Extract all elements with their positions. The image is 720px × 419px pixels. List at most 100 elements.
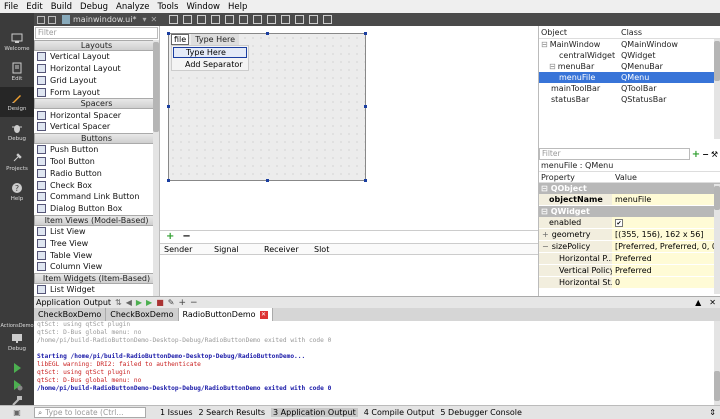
menu-window[interactable]: Window: [186, 2, 220, 12]
widget-category[interactable]: Item Views (Model-Based): [34, 214, 159, 226]
pane-search-results[interactable]: 2 Search Results: [199, 408, 266, 417]
pane-compile-output[interactable]: 4 Compile Output: [364, 408, 435, 417]
property-value[interactable]: [(355, 156), 162 x 56]: [612, 229, 720, 240]
run-button[interactable]: [0, 361, 34, 377]
output-scrollbar[interactable]: [714, 321, 720, 405]
column-slot[interactable]: Slot: [310, 245, 360, 254]
rerun-icon[interactable]: ▶: [136, 298, 142, 307]
zoom-out-icon[interactable]: −: [190, 298, 198, 308]
menu-analyze[interactable]: Analyze: [116, 2, 150, 12]
column-signal[interactable]: Signal: [210, 245, 260, 254]
add-property-icon[interactable]: +: [692, 149, 700, 160]
submenu-type-here[interactable]: Type Here: [173, 47, 247, 58]
menu-file[interactable]: File: [4, 2, 18, 12]
column-property[interactable]: Property: [539, 173, 612, 182]
back-icon[interactable]: [37, 15, 45, 24]
property-value[interactable]: ✔: [612, 217, 720, 228]
mode-projects[interactable]: Projects: [0, 147, 34, 177]
edit-signals-slots-icon[interactable]: [183, 15, 193, 24]
property-row[interactable]: Horizontal St... 0: [539, 277, 720, 289]
menu-tools[interactable]: Tools: [158, 2, 179, 12]
edit-widgets-icon[interactable]: [169, 15, 179, 24]
object-row[interactable]: mainToolBar QToolBar: [539, 83, 720, 94]
property-row[interactable]: Horizontal P... Preferred: [539, 253, 720, 265]
close-document-icon[interactable]: ✕: [150, 15, 157, 24]
widget-item[interactable]: Horizontal Layout: [34, 63, 159, 75]
group-collapse-icon[interactable]: ⊟: [541, 207, 548, 216]
run-tab-radiobuttondemo[interactable]: RadioButtonDemo ✕: [178, 308, 273, 321]
object-row[interactable]: ⊟ MainWindow QMainWindow: [539, 39, 720, 50]
mode-help[interactable]: ? Help: [0, 177, 34, 207]
output-select-icon[interactable]: ⇅: [115, 298, 122, 307]
widget-item[interactable]: Radio Button: [34, 167, 159, 179]
editor-filename[interactable]: mainwindow.ui*: [73, 15, 136, 24]
widget-item[interactable]: Form Layout: [34, 86, 159, 98]
property-row[interactable]: objectName menuFile: [539, 194, 720, 206]
widget-item[interactable]: Vertical Spacer: [34, 121, 159, 133]
layout-split-vertical-icon[interactable]: [267, 15, 277, 24]
file-dropdown-icon[interactable]: ▾: [142, 15, 146, 24]
layout-split-horizontal-icon[interactable]: [253, 15, 263, 24]
property-value[interactable]: Preferred: [612, 265, 720, 276]
property-editor-scrollbar[interactable]: [714, 184, 720, 294]
widget-item[interactable]: Grid Layout: [34, 75, 159, 87]
close-output-icon[interactable]: ✕: [709, 298, 716, 307]
property-row[interactable]: + geometry [(355, 156), 162 x 56]: [539, 229, 720, 241]
property-value[interactable]: menuFile: [612, 194, 720, 205]
widget-item[interactable]: Tree View: [34, 237, 159, 249]
object-row[interactable]: centralWidget QWidget: [539, 50, 720, 61]
output-prev-icon[interactable]: ◀: [126, 298, 132, 307]
menu-edit[interactable]: Edit: [26, 2, 42, 12]
object-row[interactable]: menuFile QMenu: [539, 72, 720, 83]
widget-category[interactable]: Spacers: [34, 98, 159, 110]
widget-item[interactable]: List Widget: [34, 284, 159, 296]
widget-item[interactable]: Push Button: [34, 144, 159, 156]
expand-icon[interactable]: +: [542, 230, 549, 239]
property-value[interactable]: [Preferred, Preferred, 0, 0]: [612, 241, 720, 252]
property-row[interactable]: − sizePolicy [Preferred, Preferred, 0, 0]: [539, 241, 720, 253]
stop-icon[interactable]: ■: [156, 298, 164, 307]
layout-grid-icon[interactable]: [295, 15, 305, 24]
menu-file-item[interactable]: file: [171, 34, 190, 45]
more-panes-icon[interactable]: ⇕: [709, 408, 716, 417]
kit-selector[interactable]: ActionsDemo Debug: [0, 313, 34, 361]
property-filter-input[interactable]: Filter: [539, 148, 690, 160]
pane-issues[interactable]: 1 Issues: [160, 408, 193, 417]
clear-output-icon[interactable]: ✎: [168, 298, 175, 307]
close-tab-icon[interactable]: ✕: [259, 310, 268, 319]
locator-input[interactable]: ⌕ Type to locate (Ctrl...: [34, 407, 146, 418]
menu-debug[interactable]: Debug: [80, 2, 108, 12]
pane-application-output[interactable]: 3 Application Output: [271, 408, 358, 417]
widget-category[interactable]: Layouts: [34, 40, 159, 51]
maximize-output-icon[interactable]: ▲: [695, 298, 701, 307]
column-sender[interactable]: Sender: [160, 245, 210, 254]
group-collapse-icon[interactable]: ⊟: [541, 184, 548, 193]
expand-icon[interactable]: −: [542, 242, 549, 251]
add-connection-button[interactable]: +: [166, 231, 174, 242]
property-group[interactable]: ⊟ QObject: [539, 183, 720, 194]
property-value[interactable]: 0: [612, 277, 720, 288]
menu-help[interactable]: Help: [228, 2, 247, 12]
widget-item[interactable]: Vertical Layout: [34, 51, 159, 63]
zoom-in-icon[interactable]: +: [178, 298, 186, 308]
add-separator-item[interactable]: Add Separator: [172, 59, 248, 71]
remove-property-icon[interactable]: −: [702, 150, 709, 159]
column-class[interactable]: Class: [621, 28, 642, 37]
remove-connection-button[interactable]: −: [182, 231, 190, 242]
widget-filter-input[interactable]: Filter: [35, 27, 158, 39]
mode-welcome[interactable]: Welcome: [0, 27, 34, 57]
main-window-form[interactable]: file Type Here Type Here Add Separator: [167, 32, 367, 182]
column-value[interactable]: Value: [612, 173, 637, 182]
widget-box-scrollbar[interactable]: [153, 40, 159, 296]
pane-debugger-console[interactable]: 5 Debugger Console: [440, 408, 522, 417]
column-object[interactable]: Object: [539, 28, 621, 37]
property-value[interactable]: Preferred: [612, 253, 720, 264]
tree-toggle-icon[interactable]: ⊟: [541, 40, 548, 49]
column-receiver[interactable]: Receiver: [260, 245, 310, 254]
debug-run-button[interactable]: [0, 378, 34, 394]
property-row[interactable]: enabled ✔: [539, 217, 720, 229]
adjust-size-icon[interactable]: [323, 15, 333, 24]
configure-icon[interactable]: ⚒: [711, 150, 718, 159]
mode-debug[interactable]: Debug: [0, 117, 34, 147]
object-row[interactable]: statusBar QStatusBar: [539, 94, 720, 105]
